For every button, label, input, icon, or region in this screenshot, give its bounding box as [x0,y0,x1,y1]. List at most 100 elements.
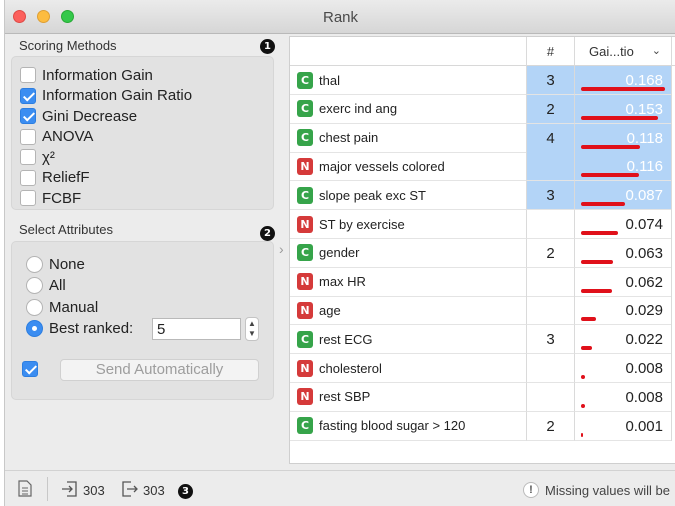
value-count-cell[interactable]: 2 [526,238,574,268]
score-value: 0.029 [625,302,663,320]
scoring-method-checkbox[interactable] [20,149,36,165]
best-ranked-input[interactable] [152,318,241,340]
table-row[interactable]: Crest ECG 3 0.022 [290,325,675,355]
value-count-cell[interactable]: 3 [526,66,574,95]
value-count-cell[interactable]: 2 [526,411,574,441]
select-attributes-radio[interactable] [26,320,43,337]
send-automatically-checkbox[interactable] [22,361,38,377]
attribute-cell[interactable]: Cslope peak exc ST [290,181,526,211]
attribute-name: cholesterol [319,360,382,376]
stepper-down-icon[interactable]: ▼ [248,329,256,338]
table-row[interactable]: Nage 0.029 [290,296,675,326]
score-cell[interactable]: 0.063 [574,238,671,268]
scoring-method-checkbox[interactable] [20,169,36,186]
select-attributes-option[interactable]: Best ranked: [26,319,133,339]
value-count-cell[interactable] [526,296,574,326]
score-cell[interactable]: 0.029 [574,296,671,326]
table-row[interactable]: Cexerc ind ang 2 0.153 [290,94,675,124]
score-bar [581,375,585,379]
scoring-method-label: Information Gain [42,66,153,84]
attribute-cell[interactable]: Cfasting blood sugar > 120 [290,412,526,441]
select-attributes-radio[interactable] [26,298,43,316]
table-row[interactable]: Nmajor vessels colored 0.116 [290,152,675,182]
table-row[interactable]: N ST by exercise 0.074 [290,210,675,239]
value-count-cell[interactable] [526,210,574,239]
select-attributes-radio[interactable] [26,255,43,273]
select-attributes-option[interactable]: All [26,276,66,296]
value-count-cell[interactable] [526,382,574,412]
attribute-cell[interactable]: Cchest pain [290,124,526,153]
table-row[interactable]: Nrest SBP 0.008 [290,382,675,412]
scoring-method-checkbox[interactable] [20,190,36,206]
value-count-cell[interactable] [526,354,574,383]
scoring-method-option[interactable]: χ² [20,147,55,167]
scoring-method-checkbox[interactable] [20,87,36,104]
table-row[interactable]: Cthal 3 0.168 [290,66,675,95]
collapse-panel-chevron-icon[interactable]: › [279,241,284,257]
attribute-cell[interactable]: Nmax HR [290,268,526,297]
table-row[interactable]: Cfasting blood sugar > 120 2 0.001 [290,411,675,441]
table-row[interactable]: Cgender 2 0.063 [290,238,675,268]
score-cell[interactable]: 0.168 [574,66,671,95]
score-bar [581,259,613,264]
column-header-count[interactable]: # [526,37,574,66]
column-header-score[interactable]: Gai...tio ⌄ [574,37,671,66]
scoring-method-checkbox[interactable] [20,128,36,145]
categorical-variable-icon: C [297,71,313,89]
scoring-method-checkbox[interactable] [20,108,36,124]
attribute-cell[interactable]: Cexerc ind ang [290,95,526,124]
scoring-method-option[interactable]: ReliefF [20,168,90,188]
attribute-cell[interactable]: Crest ECG [290,325,526,355]
scoring-method-label: Gini Decrease [42,107,138,125]
value-count-cell[interactable]: 2 [526,94,574,124]
select-attributes-radio[interactable] [26,277,43,294]
select-attributes-option[interactable]: Manual [26,297,98,317]
chevron-down-icon[interactable]: ⌄ [652,37,661,66]
score-cell[interactable]: 0.118 [574,123,671,153]
attribute-cell[interactable]: Nrest SBP [290,383,526,412]
scoring-method-option[interactable]: Information Gain [20,65,153,85]
attribute-cell[interactable]: Nage [290,296,526,326]
extra-column-cell [671,325,675,355]
select-attributes-option[interactable]: None [26,254,85,274]
scoring-method-option[interactable]: Information Gain Ratio [20,86,192,106]
value-count-cell[interactable]: 3 [526,181,574,211]
table-row[interactable]: Cslope peak exc ST 3 0.087 [290,181,675,211]
score-cell[interactable]: 0.008 [574,354,671,383]
send-automatically-button[interactable]: Send Automatically [60,359,259,381]
attribute-cell[interactable]: Ncholesterol [290,354,526,383]
table-row[interactable]: Cchest pain 4 0.118 [290,123,675,153]
value-count-cell[interactable] [526,267,574,297]
value-count-cell[interactable] [526,152,574,182]
categorical-variable-icon: C [297,129,313,147]
attribute-name: chest pain [319,130,379,146]
attribute-cell[interactable]: Cthal [290,66,526,95]
ranking-table: # Gai...tio ⌄ Cthal 3 0.168 Cexerc ind ang 2… [289,36,675,464]
output-data-icon [122,481,138,497]
score-cell[interactable]: 0.022 [574,325,671,355]
table-row[interactable]: Ncholesterol 0.008 [290,354,675,383]
score-cell[interactable]: 0.008 [574,382,671,412]
attribute-name: rest ECG [319,331,373,347]
attribute-cell[interactable]: N ST by exercise [290,210,526,239]
value-count-cell[interactable]: 3 [526,325,574,355]
attribute-cell[interactable]: Cgender [290,239,526,268]
score-cell[interactable]: 0.074 [574,210,671,239]
table-row[interactable]: Nmax HR 0.062 [290,267,675,297]
score-cell[interactable]: 0.116 [574,152,671,182]
stepper-up-icon[interactable]: ▲ [248,319,256,328]
report-icon[interactable] [18,480,32,497]
best-ranked-stepper[interactable]: ▲ ▼ [245,317,259,341]
scoring-method-option[interactable]: Gini Decrease [20,106,137,126]
score-cell[interactable]: 0.062 [574,267,671,297]
scoring-method-option[interactable]: FCBF [20,188,81,208]
value-count-cell[interactable]: 4 [526,123,574,153]
numeric-variable-icon: N [297,359,313,377]
scoring-method-option[interactable]: ANOVA [20,127,93,147]
scoring-method-checkbox[interactable] [20,67,36,83]
input-data-icon [62,481,77,497]
score-cell[interactable]: 0.153 [574,94,671,124]
score-cell[interactable]: 0.087 [574,181,671,211]
attribute-cell[interactable]: Nmajor vessels colored [290,152,526,182]
score-cell[interactable]: 0.001 [574,411,671,441]
